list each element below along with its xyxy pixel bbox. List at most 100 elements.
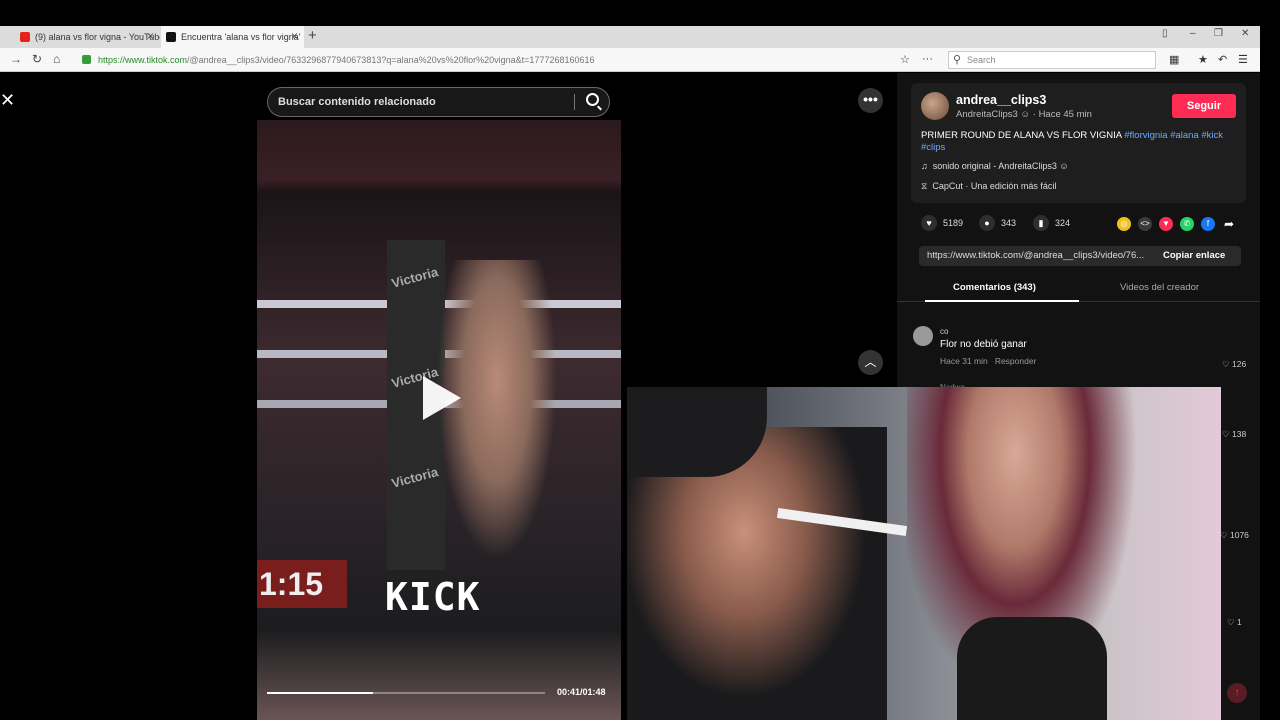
tab-creator-videos[interactable]: Videos del creador	[1120, 282, 1199, 293]
capcut-icon: ⧖	[921, 181, 928, 191]
tab-tiktok[interactable]: Encuentra 'alana vs flor vigna' ×	[161, 26, 304, 48]
comment-meta: Hace 31 min Responder	[940, 356, 1036, 366]
youtube-favicon-icon	[20, 32, 30, 42]
tab-comments[interactable]: Comentarios (343)	[953, 282, 1036, 293]
panel-tabs: Comentarios (343) Videos del creador	[897, 278, 1260, 302]
author-subline: AndreitaClips3 ☺ · Hace 45 min	[956, 109, 1092, 120]
bookmark-icon: ▮	[1033, 215, 1049, 231]
tab-label: Encuentra 'alana vs flor vigna'	[181, 32, 301, 42]
url-field[interactable]: https://www.tiktok.com/@andrea__clips3/v…	[80, 51, 910, 69]
comment-like[interactable]: ♡ 138	[1222, 429, 1246, 440]
related-search-input[interactable]: Buscar contenido relacionado	[267, 87, 610, 117]
screen: (9) alana vs flor vigna - YouTube × Encu…	[0, 0, 1280, 720]
save-count: 324	[1055, 218, 1071, 228]
restore-button[interactable]: ❐	[1214, 28, 1223, 39]
video-time: 00:41/01:48	[557, 687, 606, 697]
sound-label: sonido original - AndreitaClips3 ☺	[932, 161, 1069, 171]
avatar[interactable]	[913, 326, 933, 346]
active-tab-indicator	[925, 300, 1079, 302]
share-link-box: https://www.tiktok.com/@andrea__clips3/v…	[919, 246, 1241, 266]
like-button[interactable]: ♥ 5189	[921, 215, 963, 231]
share-link-text[interactable]: https://www.tiktok.com/@andrea__clips3/v…	[927, 250, 1155, 261]
play-icon[interactable]	[423, 376, 461, 420]
window-top-strip	[0, 0, 1260, 26]
like-count: 5189	[943, 218, 964, 228]
follow-button[interactable]: Seguir	[1172, 94, 1236, 118]
search-icon[interactable]	[586, 93, 599, 106]
extensions-grid-icon[interactable]: ▦	[1169, 53, 1179, 66]
secure-shield-icon	[82, 55, 91, 64]
divider	[574, 94, 575, 110]
comment-text: Flor no debió ganar	[940, 339, 1027, 350]
comment-count: 343	[1001, 218, 1017, 228]
comment-like[interactable]: ♡ 126	[1222, 359, 1246, 370]
close-tab-icon[interactable]: ×	[291, 29, 298, 43]
share-coin-icon[interactable]: ◎	[1117, 217, 1131, 231]
favorites-icon[interactable]: ★	[1198, 53, 1208, 66]
tiktok-favicon-icon	[166, 32, 176, 42]
comment-like-count: 138	[1231, 429, 1247, 439]
capcut-row[interactable]: ⧖ CapCut · Una edición más fácil	[921, 181, 1056, 192]
comment-bubble-icon: ●	[979, 215, 995, 231]
sound-row[interactable]: ♫ sonido original - AndreitaClips3 ☺	[921, 161, 1069, 171]
author-username[interactable]: andrea__clips3	[956, 93, 1046, 107]
scroll-top-icon[interactable]: ↑	[1227, 683, 1247, 703]
comment-time: Hace 31 min	[940, 356, 988, 366]
cohost-top	[957, 617, 1107, 720]
reply-link[interactable]: Responder	[995, 356, 1037, 366]
copy-link-button[interactable]: Copiar enlace	[1163, 250, 1225, 261]
save-button[interactable]: ▮ 324	[1033, 215, 1070, 231]
embed-code-icon[interactable]: <>	[1138, 217, 1152, 231]
browser-search-input[interactable]: ⚲ Search	[948, 51, 1156, 69]
capcut-label: CapCut · Una edición más fácil	[932, 181, 1057, 191]
video-progress-bar[interactable]	[267, 692, 545, 694]
bookmark-star-icon[interactable]: ☆	[900, 53, 910, 66]
undo-icon[interactable]: ↶	[1218, 53, 1227, 66]
forward-arrow-icon[interactable]: →	[10, 52, 22, 66]
comment-like[interactable]: ♡ 1	[1227, 617, 1242, 628]
search-icon: ⚲	[953, 54, 962, 66]
url-host: https://www.tiktok.com	[98, 55, 188, 65]
minimize-button[interactable]: –	[1190, 28, 1196, 39]
comment-button[interactable]: ● 343	[979, 215, 1016, 231]
avatar[interactable]	[921, 92, 949, 120]
tab-bar: (9) alana vs flor vigna - YouTube × Encu…	[0, 26, 1260, 48]
comment-like-count: 1	[1236, 617, 1242, 627]
previous-video-button[interactable]: ︿	[858, 350, 883, 375]
search-placeholder: Search	[967, 55, 996, 65]
music-note-icon: ♫	[921, 161, 928, 171]
related-search-placeholder: Buscar contenido relacionado	[278, 96, 436, 108]
round-timer-overlay: 1:15	[257, 560, 347, 608]
tab-youtube[interactable]: (9) alana vs flor vigna - YouTube ×	[15, 26, 160, 48]
description-text: PRIMER ROUND DE ALANA VS FLOR VIGNIA	[921, 130, 1125, 141]
url-path: /@andrea__clips3/video/76332968779406738…	[187, 55, 595, 65]
kick-logo: KICK	[385, 575, 481, 619]
close-icon[interactable]: ✕	[0, 90, 16, 110]
comment-like-count: 126	[1231, 359, 1247, 369]
menu-icon[interactable]: ☰	[1238, 53, 1248, 66]
close-window-button[interactable]: ✕	[1241, 28, 1249, 39]
address-toolbar: → ↻ ⌂ https://www.tiktok.com/@andrea__cl…	[0, 48, 1260, 72]
pillar-logo: Victoria	[389, 264, 440, 291]
more-options-button[interactable]: •••	[858, 88, 883, 113]
video-progress-fill	[267, 692, 373, 694]
comment-like[interactable]: ♡ 1076	[1220, 530, 1249, 541]
facebook-icon[interactable]: f	[1201, 217, 1215, 231]
whatsapp-icon[interactable]: ✆	[1180, 217, 1194, 231]
pillar-logo: Victoria	[389, 464, 440, 491]
video-description: PRIMER ROUND DE ALANA VS FLOR VIGNIA #fl…	[921, 130, 1231, 154]
new-tab-button[interactable]: +	[308, 27, 317, 44]
heart-icon: ♥	[921, 215, 937, 231]
comment-like-count: 1076	[1229, 530, 1249, 540]
close-tab-icon[interactable]: ×	[147, 29, 154, 43]
video-player[interactable]: Victoria Victoria Victoria 1:15 KICK 00:…	[257, 120, 621, 720]
reader-icon[interactable]: ▯	[1162, 28, 1168, 39]
share-arrow-icon[interactable]: ➦	[1222, 217, 1236, 231]
send-to-friends-icon[interactable]: ▼	[1159, 217, 1173, 231]
comment-user[interactable]: co	[940, 327, 948, 336]
home-icon[interactable]: ⌂	[53, 52, 60, 66]
webcam-overlay	[627, 387, 1221, 720]
more-dots-icon[interactable]: ···	[922, 53, 933, 65]
reload-icon[interactable]: ↻	[32, 52, 42, 66]
author-card: andrea__clips3 AndreitaClips3 ☺ · Hace 4…	[911, 83, 1246, 203]
